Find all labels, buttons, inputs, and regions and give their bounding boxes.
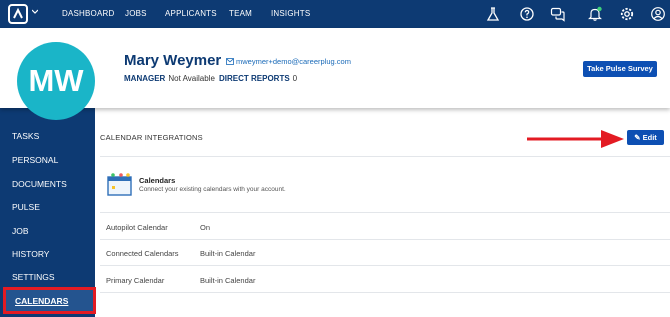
direct-reports-value: 0	[292, 74, 298, 83]
divider	[100, 292, 670, 293]
sidebar-item-documents[interactable]: DOCUMENTS	[12, 179, 67, 189]
user-icon[interactable]	[650, 6, 666, 22]
edit-button[interactable]: ✎ Edit	[627, 130, 664, 145]
sidebar-item-calendars-label: CALENDARS	[15, 296, 69, 306]
sidebar-item-settings[interactable]: SETTINGS	[12, 272, 55, 282]
gear-icon[interactable]	[619, 6, 635, 22]
calendar-icon	[107, 173, 132, 196]
calendars-subtitle: Connect your existing calendars with you…	[139, 186, 286, 193]
divider	[100, 239, 670, 240]
manager-label: MANAGER	[124, 74, 166, 83]
row-label-primary: Primary Calendar	[106, 276, 165, 285]
nav-jobs[interactable]: JOBS	[125, 0, 147, 28]
flask-icon[interactable]	[485, 6, 501, 22]
row-label-autopilot: Autopilot Calendar	[106, 223, 168, 232]
email-link[interactable]: mweymer+demo@careerplug.com	[226, 57, 351, 66]
nav-team[interactable]: TEAM	[229, 0, 252, 28]
avatar: MW	[17, 42, 95, 120]
calendars-title: Calendars	[139, 176, 176, 185]
red-arrow-annotation	[527, 130, 624, 148]
pencil-icon: ✎	[634, 133, 641, 142]
bell-icon[interactable]	[587, 6, 603, 22]
divider	[100, 156, 670, 157]
section-title: CALENDAR INTEGRATIONS	[100, 133, 203, 142]
careerplug-logo-icon[interactable]	[8, 4, 30, 24]
row-value-primary: Built-in Calendar	[200, 276, 256, 285]
profile-name: Mary Weymer	[124, 52, 222, 69]
help-icon[interactable]	[519, 6, 535, 22]
row-label-connected: Connected Calendars	[106, 249, 179, 258]
manager-info: MANAGER Not Available	[124, 74, 215, 83]
edit-button-label: Edit	[642, 133, 657, 142]
profile-header	[0, 28, 670, 108]
envelope-icon	[226, 58, 234, 65]
chevron-down-icon[interactable]	[32, 9, 38, 15]
row-value-autopilot: On	[200, 223, 211, 232]
row-value-connected: Built-in Calendar	[200, 249, 256, 258]
nav-dashboard[interactable]: DASHBOARD	[62, 0, 114, 28]
sidebar-item-pulse[interactable]: PULSE	[12, 202, 40, 212]
sidebar-item-tasks[interactable]: TASKS	[12, 131, 39, 141]
direct-reports-info: DIRECT REPORTS 0	[219, 74, 297, 83]
sidebar-item-personal[interactable]: PERSONAL	[12, 155, 58, 165]
sidebar-item-calendars[interactable]: CALENDARS	[3, 287, 96, 314]
take-pulse-survey-button[interactable]: Take Pulse Survey	[583, 61, 657, 77]
divider	[100, 212, 670, 213]
manager-value: Not Available	[168, 74, 215, 83]
sidebar-item-history[interactable]: HISTORY	[12, 249, 49, 259]
top-navigation: DASHBOARD JOBS APPLICANTS TEAM INSIGHTS	[0, 0, 670, 28]
direct-reports-label: DIRECT REPORTS	[219, 74, 290, 83]
nav-applicants[interactable]: APPLICANTS	[165, 0, 217, 28]
divider	[100, 265, 670, 266]
nav-insights[interactable]: INSIGHTS	[271, 0, 310, 28]
sidebar-item-job[interactable]: JOB	[12, 226, 29, 236]
chat-icon[interactable]	[550, 6, 566, 22]
email-text[interactable]: mweymer+demo@careerplug.com	[236, 57, 351, 66]
